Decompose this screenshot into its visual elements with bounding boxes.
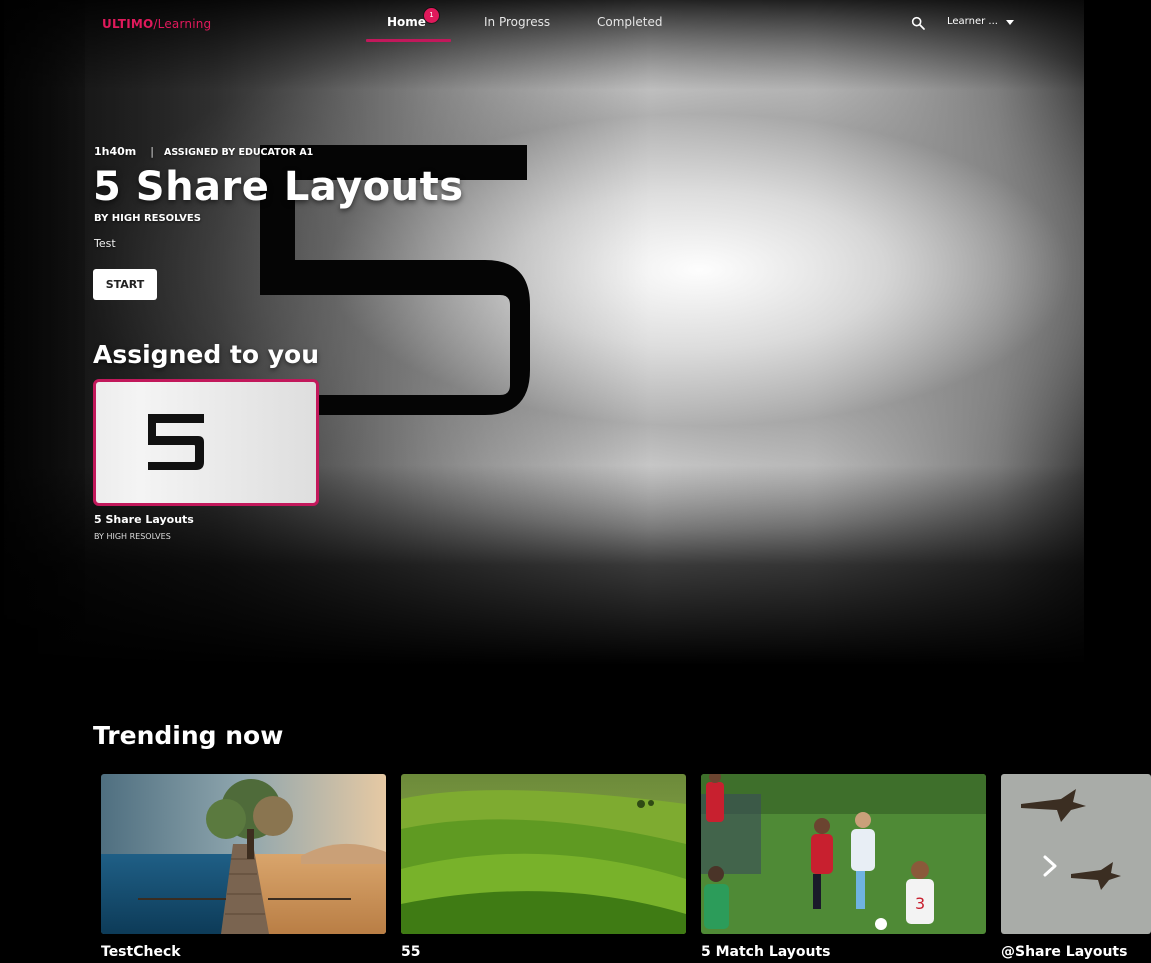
trending-heading: Trending now (93, 721, 284, 750)
trending-title[interactable]: 55 (401, 944, 420, 960)
trending-title[interactable]: 5 Match Layouts (701, 944, 831, 960)
hills-image (401, 774, 686, 934)
hero-meta: 1h40m | ASSIGNED BY EDUCATOR A1 (94, 145, 313, 158)
trending-tile-55[interactable] (401, 774, 686, 934)
start-button[interactable]: START (93, 269, 157, 300)
soccer-image: 3 (701, 774, 986, 934)
svg-text:3: 3 (915, 894, 925, 913)
hero-title: 5 Share Layouts (93, 164, 464, 210)
hero-author: BY HIGH RESOLVES (94, 213, 201, 224)
user-menu[interactable]: Learner ... (947, 16, 998, 27)
trending-tile-testcheck[interactable] (101, 774, 386, 934)
assigned-card[interactable] (93, 379, 319, 506)
top-nav: ULTIMO/Learning Home 1 In Progress Compl… (0, 0, 1084, 46)
chevron-down-icon[interactable] (1006, 20, 1014, 25)
jets-image (1001, 774, 1151, 934)
meta-separator: | (150, 145, 154, 158)
active-tab-indicator (366, 39, 451, 42)
hero-description: Test (94, 237, 116, 250)
trending-tile-5-match-layouts[interactable]: 3 (701, 774, 986, 934)
course-thumbnail-5 (148, 414, 204, 470)
app-logo[interactable]: ULTIMO/Learning (102, 17, 211, 31)
tab-completed[interactable]: Completed (597, 15, 662, 29)
assigned-card-author: BY HIGH RESOLVES (94, 532, 171, 541)
hero-banner (0, 0, 1084, 665)
assigned-heading: Assigned to you (93, 340, 320, 369)
duration: 1h40m (94, 145, 137, 158)
notification-badge: 1 (424, 8, 439, 23)
chevron-right-icon[interactable] (1040, 854, 1060, 878)
tab-home[interactable]: Home (387, 15, 426, 29)
assigned-by: ASSIGNED BY EDUCATOR A1 (163, 147, 314, 158)
trending-tile-share-layouts[interactable] (1001, 774, 1151, 934)
trending-title[interactable]: TestCheck (101, 944, 181, 960)
pier-image (101, 774, 386, 934)
search-icon[interactable] (910, 15, 926, 31)
assigned-card-title[interactable]: 5 Share Layouts (94, 513, 194, 526)
trending-title[interactable]: @Share Layouts (1001, 944, 1127, 960)
tab-in-progress[interactable]: In Progress (484, 15, 550, 29)
